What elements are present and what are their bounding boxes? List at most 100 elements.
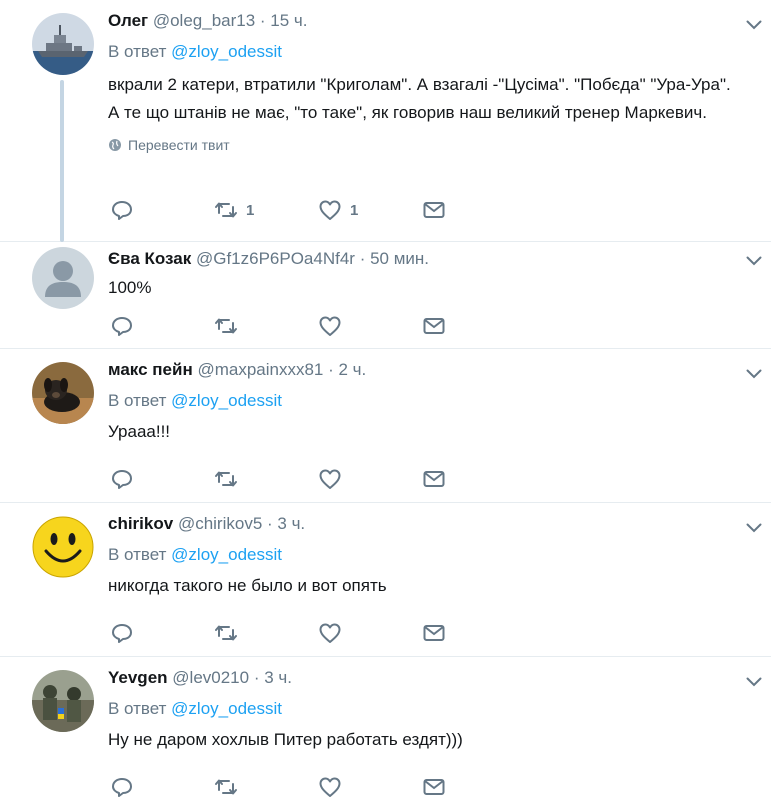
avatar[interactable] xyxy=(32,516,94,578)
reply-button[interactable] xyxy=(110,621,214,645)
smiley-avatar xyxy=(32,516,94,578)
envelope-icon xyxy=(423,318,445,334)
separator: · xyxy=(255,11,271,30)
like-button[interactable]: 1 xyxy=(318,198,422,222)
tweet-text: вкрали 2 катери, втратили "Криголам". А … xyxy=(108,75,731,122)
separator: · xyxy=(249,668,265,687)
like-button[interactable] xyxy=(318,314,422,338)
tweet-text: 100% xyxy=(108,278,152,297)
reply-icon xyxy=(112,201,132,220)
envelope-icon xyxy=(423,471,445,487)
author-handle[interactable]: @Gf1z6P6POa4Nf4r xyxy=(196,249,355,268)
thread-connector-line xyxy=(60,80,64,242)
direct-message-button[interactable] xyxy=(422,314,526,338)
retweet-button[interactable] xyxy=(214,621,318,645)
dog-avatar xyxy=(32,362,94,424)
chevron-down-icon[interactable] xyxy=(746,677,762,687)
tweet[interactable]: макс пейн @maxpainxxx81 · 2 ч. В ответ @… xyxy=(0,349,771,503)
author-handle[interactable]: @lev0210 xyxy=(172,668,249,687)
direct-message-button[interactable] xyxy=(422,775,526,799)
retweet-button[interactable] xyxy=(214,775,318,799)
reply-context: В ответ @zloy_odessit xyxy=(108,698,731,720)
retweet-count: 1 xyxy=(246,201,255,219)
chevron-down-icon[interactable] xyxy=(746,256,762,266)
tweet-content: Yevgen @lev0210 · 3 ч. В ответ @zloy_ode… xyxy=(108,667,731,754)
soldiers-photo-avatar xyxy=(32,670,94,732)
timestamp[interactable]: 2 ч. xyxy=(339,360,367,379)
envelope-icon xyxy=(423,202,445,218)
tweet-content: chirikov @chirikov5 · 3 ч. В ответ @zloy… xyxy=(108,513,731,600)
tweet[interactable]: Yevgen @lev0210 · 3 ч. В ответ @zloy_ode… xyxy=(0,657,771,807)
avatar[interactable] xyxy=(32,247,94,309)
retweet-icon xyxy=(215,625,237,641)
mention-link[interactable]: @zloy_odessit xyxy=(171,42,282,61)
heart-icon xyxy=(319,200,341,220)
reply-button[interactable] xyxy=(110,314,214,338)
translate-tweet-link[interactable]: Перевести твит xyxy=(108,137,731,153)
author-handle[interactable]: @oleg_bar13 xyxy=(153,11,255,30)
globe-icon xyxy=(109,139,121,151)
direct-message-button[interactable] xyxy=(422,198,526,222)
reply-prefix: В ответ xyxy=(108,699,172,718)
tweet-text: Урааа!!! xyxy=(108,422,171,441)
chevron-down-icon[interactable] xyxy=(746,369,762,379)
author-name[interactable]: Yevgen xyxy=(108,668,168,687)
tweet[interactable]: Олег @oleg_bar13 · 15 ч. В ответ @zloy_o… xyxy=(0,0,771,242)
reply-button[interactable] xyxy=(110,775,214,799)
timestamp[interactable]: 3 ч. xyxy=(277,514,305,533)
tweet-header: Єва Козак @Gf1z6P6POa4Nf4r · 50 мин. xyxy=(108,248,731,270)
author-name[interactable]: chirikov xyxy=(108,514,173,533)
heart-icon xyxy=(319,623,341,643)
reply-button[interactable] xyxy=(110,467,214,491)
reply-context: В ответ @zloy_odessit xyxy=(108,390,731,412)
author-handle[interactable]: @maxpainxxx81 xyxy=(197,360,323,379)
author-handle[interactable]: @chirikov5 xyxy=(178,514,262,533)
separator: · xyxy=(323,360,339,379)
envelope-icon xyxy=(423,779,445,795)
tweet[interactable]: chirikov @chirikov5 · 3 ч. В ответ @zloy… xyxy=(0,503,771,657)
retweet-icon xyxy=(215,318,237,334)
chevron-down-icon[interactable] xyxy=(746,523,762,533)
reply-prefix: В ответ xyxy=(108,545,172,564)
author-name[interactable]: макс пейн xyxy=(108,360,193,379)
like-button[interactable] xyxy=(318,775,422,799)
reply-prefix: В ответ xyxy=(108,42,172,61)
chevron-down-icon[interactable] xyxy=(746,20,762,30)
mention-link[interactable]: @zloy_odessit xyxy=(171,545,282,564)
retweet-button[interactable] xyxy=(214,467,318,491)
reply-button[interactable] xyxy=(110,198,214,222)
retweet-button[interactable] xyxy=(214,314,318,338)
timestamp[interactable]: 15 ч. xyxy=(270,11,307,30)
avatar[interactable] xyxy=(32,670,94,732)
reply-context: В ответ @zloy_odessit xyxy=(108,41,731,63)
direct-message-button[interactable] xyxy=(422,467,526,491)
tweet-text: никогда такого не было и вот опять xyxy=(108,576,387,595)
tweet-actions xyxy=(110,314,526,338)
author-name[interactable]: Єва Козак xyxy=(108,249,191,268)
tweet-header: Yevgen @lev0210 · 3 ч. xyxy=(108,667,731,689)
retweet-icon xyxy=(215,779,237,795)
warship-avatar xyxy=(32,13,94,75)
reply-icon xyxy=(112,317,132,336)
tweet-content: макс пейн @maxpainxxx81 · 2 ч. В ответ @… xyxy=(108,359,731,446)
tweet-actions xyxy=(110,775,526,799)
retweet-button[interactable]: 1 xyxy=(214,198,318,222)
timestamp[interactable]: 50 мин. xyxy=(370,249,429,268)
tweet-header: Олег @oleg_bar13 · 15 ч. xyxy=(108,10,731,32)
tweet-header: chirikov @chirikov5 · 3 ч. xyxy=(108,513,731,535)
like-button[interactable] xyxy=(318,621,422,645)
reply-icon xyxy=(112,624,132,643)
reply-icon xyxy=(112,470,132,489)
direct-message-button[interactable] xyxy=(422,621,526,645)
tweet[interactable]: Єва Козак @Gf1z6P6POa4Nf4r · 50 мин. 100… xyxy=(0,242,771,349)
avatar[interactable] xyxy=(32,362,94,424)
reply-prefix: В ответ xyxy=(108,391,172,410)
mention-link[interactable]: @zloy_odessit xyxy=(171,391,282,410)
retweet-icon xyxy=(215,471,237,487)
timestamp[interactable]: 3 ч. xyxy=(264,668,292,687)
author-name[interactable]: Олег xyxy=(108,11,148,30)
avatar[interactable] xyxy=(32,13,94,75)
mention-link[interactable]: @zloy_odessit xyxy=(171,699,282,718)
separator: · xyxy=(354,249,371,268)
like-button[interactable] xyxy=(318,467,422,491)
